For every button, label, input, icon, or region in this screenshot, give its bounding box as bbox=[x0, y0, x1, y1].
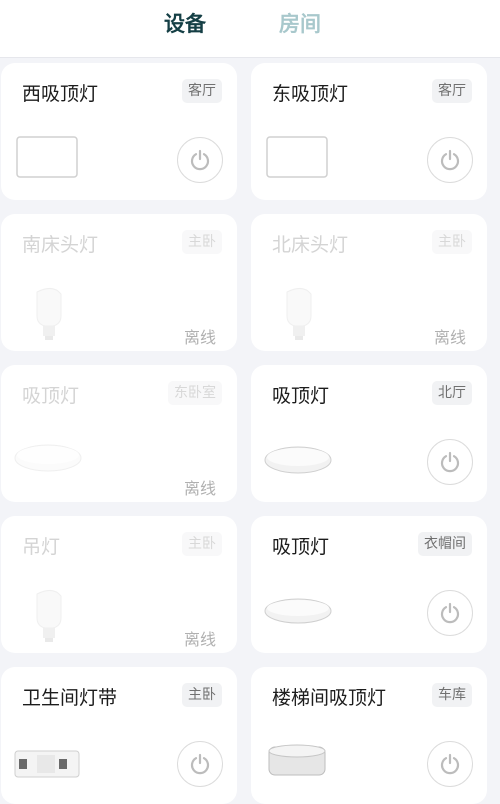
power-icon bbox=[440, 451, 460, 473]
offline-status: 离线 bbox=[183, 630, 216, 649]
power-button[interactable] bbox=[427, 137, 473, 183]
power-button[interactable] bbox=[427, 439, 473, 485]
device-card[interactable]: 吸顶灯 东卧室 离线 bbox=[1, 365, 237, 502]
ceiling-light-icon bbox=[264, 446, 332, 474]
power-icon bbox=[190, 753, 210, 775]
device-card[interactable]: 西吸顶灯 客厅 bbox=[1, 63, 237, 200]
device-name: 北床头灯 bbox=[272, 234, 349, 256]
ceiling-light-icon bbox=[264, 598, 332, 624]
device-card[interactable]: 吊灯 主卧 离线 bbox=[1, 516, 237, 653]
room-badge: 客厅 bbox=[182, 79, 222, 103]
device-card[interactable]: 吸顶灯 衣帽间 bbox=[251, 516, 487, 653]
power-icon bbox=[440, 149, 460, 171]
device-card[interactable]: 南床头灯 主卧 离线 bbox=[1, 214, 237, 351]
device-card[interactable]: 东吸顶灯 客厅 bbox=[251, 63, 487, 200]
square-panel-icon bbox=[16, 136, 78, 178]
power-icon bbox=[440, 602, 460, 624]
bulb-icon bbox=[36, 590, 62, 642]
device-name: 西吸顶灯 bbox=[22, 83, 99, 105]
power-icon bbox=[440, 753, 460, 775]
room-badge: 东卧室 bbox=[168, 381, 222, 405]
room-badge: 衣帽间 bbox=[418, 532, 472, 556]
light-strip-controller-icon bbox=[14, 750, 80, 778]
offline-status: 离线 bbox=[183, 328, 216, 347]
device-name: 楼梯间吸顶灯 bbox=[272, 687, 387, 709]
device-card[interactable]: 吸顶灯 北厅 bbox=[251, 365, 487, 502]
device-card[interactable]: 楼梯间吸顶灯 车库 bbox=[251, 667, 487, 804]
device-name: 卫生间灯带 bbox=[22, 687, 118, 709]
tab-rooms[interactable]: 房间 bbox=[279, 8, 321, 38]
tab-devices[interactable]: 设备 bbox=[164, 8, 206, 38]
power-button[interactable] bbox=[177, 741, 223, 787]
power-button[interactable] bbox=[427, 741, 473, 787]
ceiling-light-icon bbox=[14, 444, 82, 472]
room-badge: 主卧 bbox=[182, 532, 222, 556]
power-button[interactable] bbox=[427, 590, 473, 636]
top-tab-bar: 设备 房间 bbox=[0, 0, 500, 58]
device-name: 南床头灯 bbox=[22, 234, 99, 256]
bulb-icon bbox=[36, 288, 62, 340]
room-badge: 北厅 bbox=[432, 381, 472, 405]
device-name: 吸顶灯 bbox=[272, 385, 330, 407]
room-badge: 主卧 bbox=[182, 230, 222, 254]
square-panel-icon bbox=[266, 136, 328, 178]
offline-status: 离线 bbox=[183, 479, 216, 498]
device-name: 吊灯 bbox=[22, 536, 61, 558]
device-name: 吸顶灯 bbox=[272, 536, 330, 558]
room-badge: 主卧 bbox=[432, 230, 472, 254]
round-ceiling-light-icon bbox=[268, 744, 326, 776]
power-icon bbox=[190, 149, 210, 171]
room-badge: 客厅 bbox=[432, 79, 472, 103]
room-badge: 主卧 bbox=[182, 683, 222, 707]
power-button[interactable] bbox=[177, 137, 223, 183]
device-name: 吸顶灯 bbox=[22, 385, 80, 407]
offline-status: 离线 bbox=[433, 328, 466, 347]
device-name: 东吸顶灯 bbox=[272, 83, 349, 105]
device-card[interactable]: 北床头灯 主卧 离线 bbox=[251, 214, 487, 351]
bulb-icon bbox=[286, 288, 312, 340]
room-badge: 车库 bbox=[432, 683, 472, 707]
device-card[interactable]: 卫生间灯带 主卧 bbox=[1, 667, 237, 804]
